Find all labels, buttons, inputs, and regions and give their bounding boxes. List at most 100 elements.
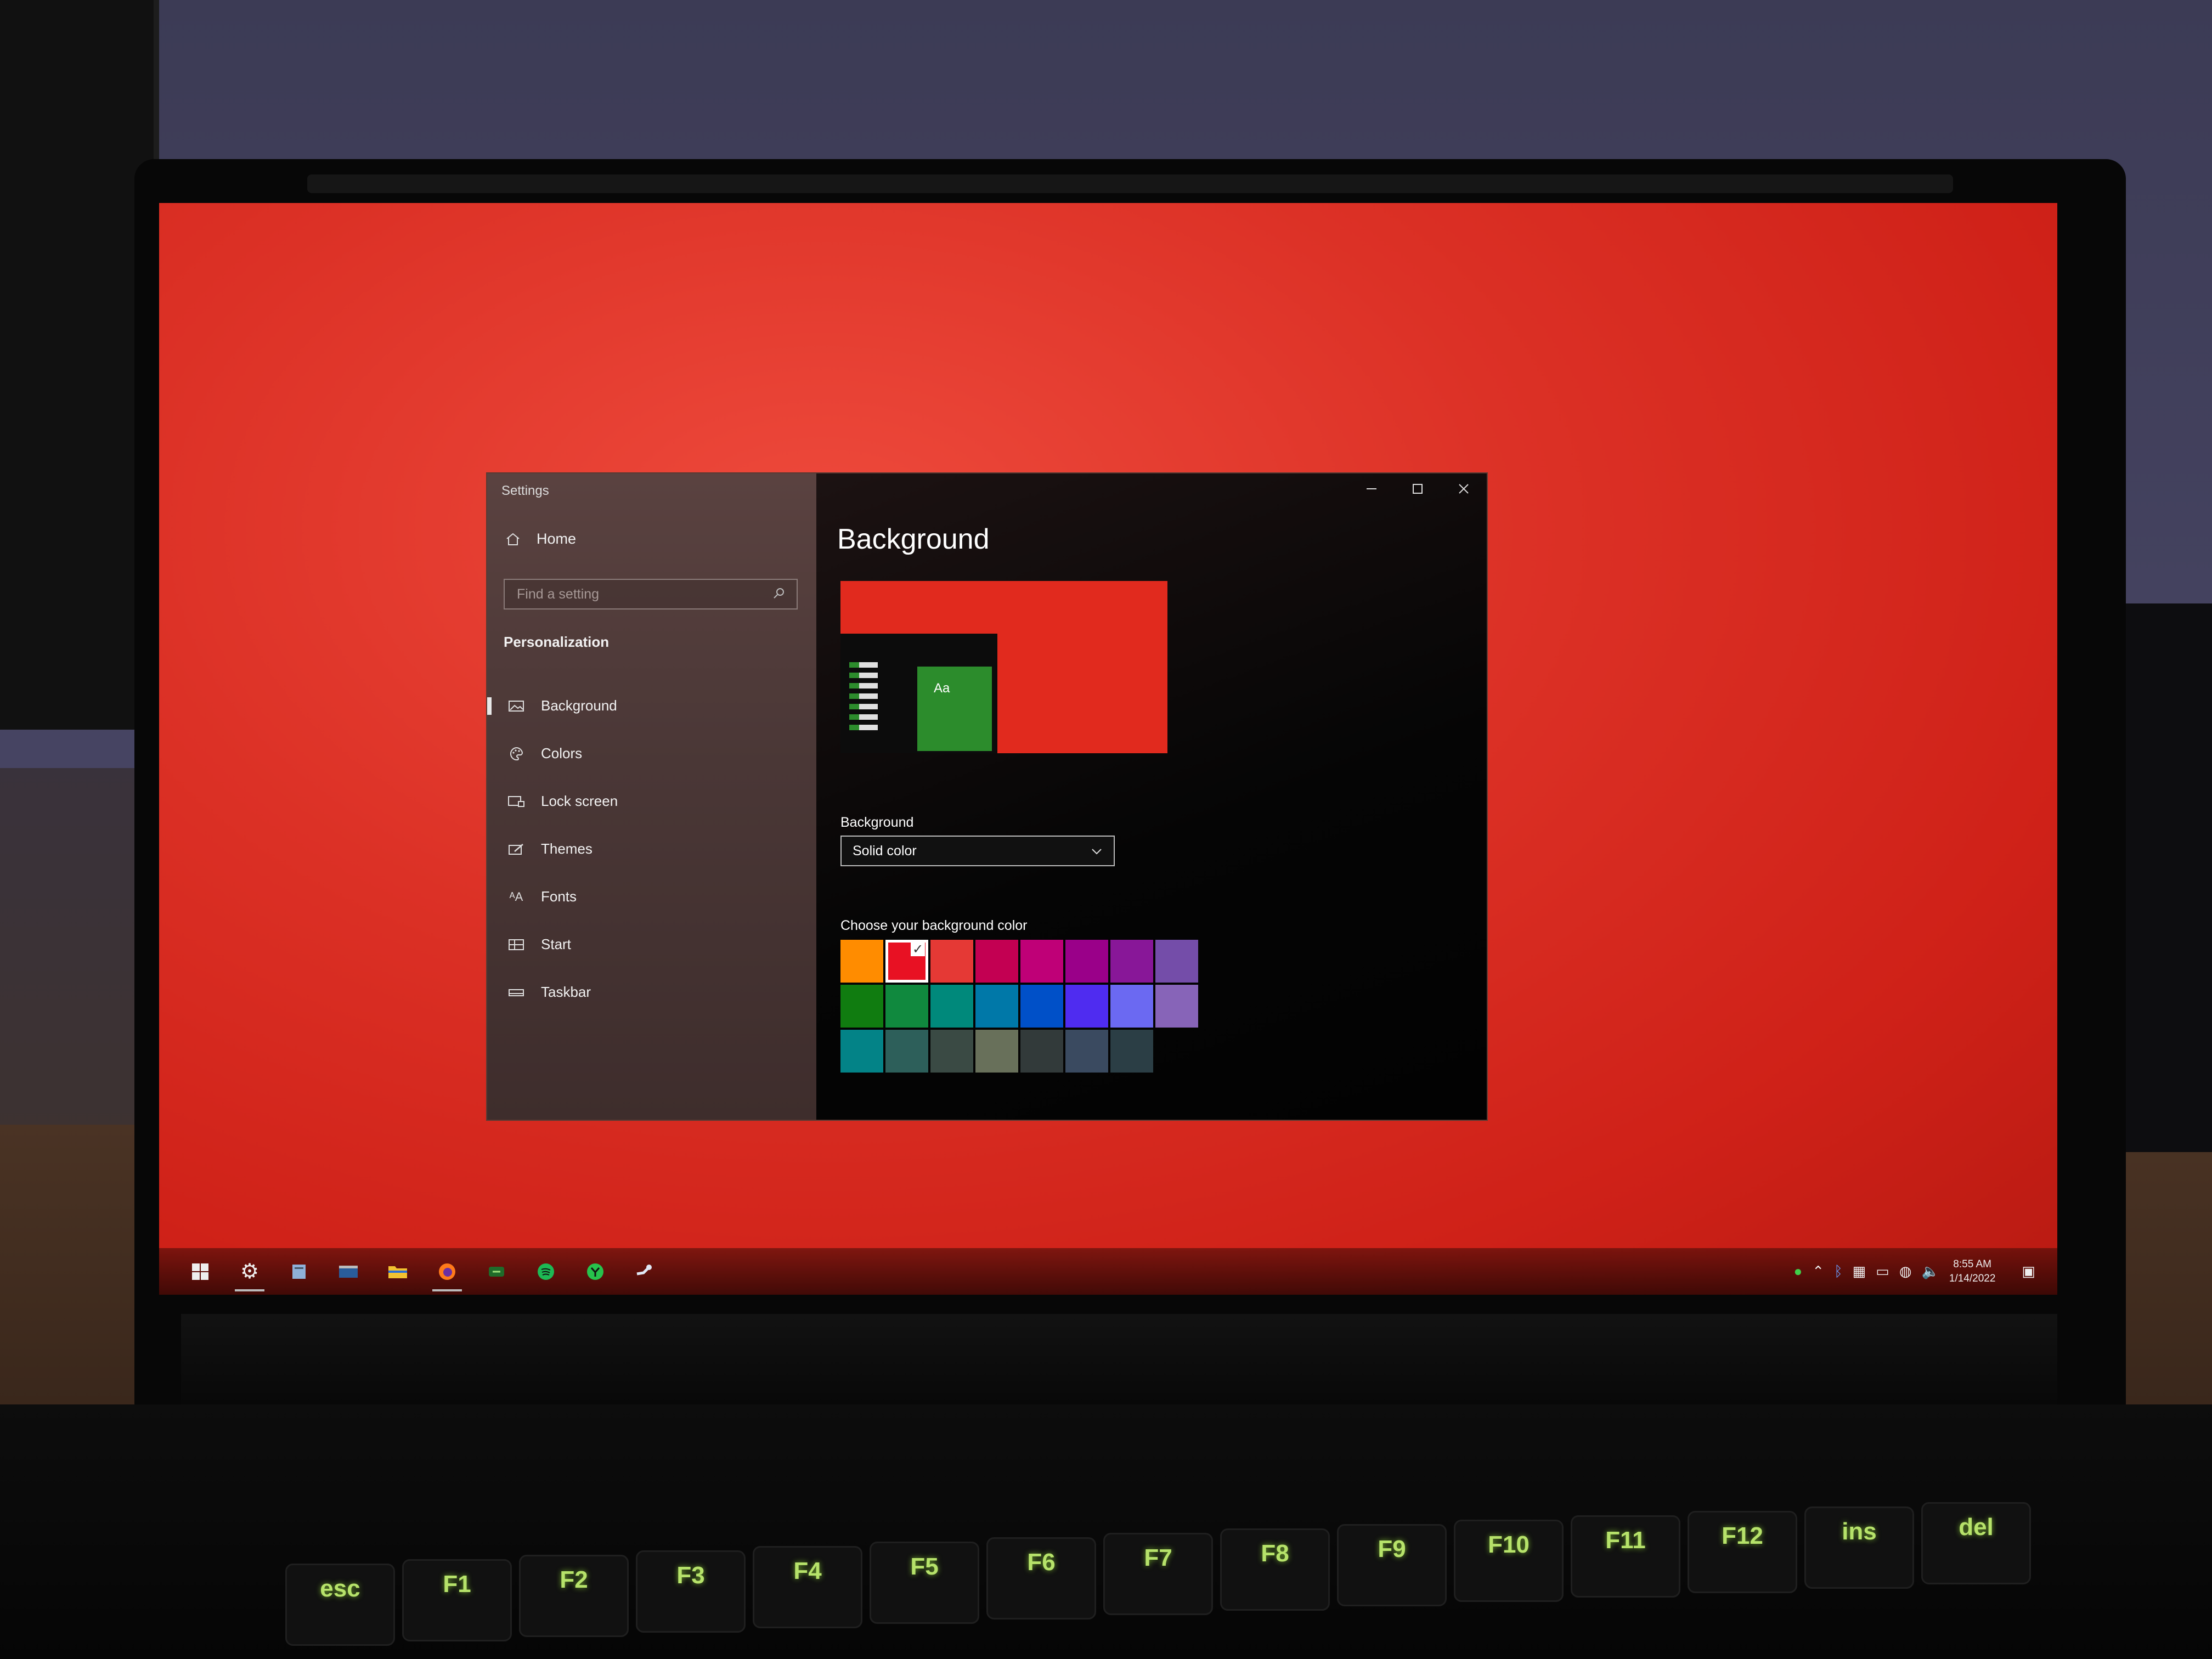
search-icon[interactable] (772, 586, 786, 602)
home-label: Home (537, 531, 577, 547)
color-swatch[interactable] (885, 985, 928, 1028)
search-input[interactable] (516, 585, 772, 603)
color-swatch[interactable] (1155, 985, 1198, 1028)
sidebar-item-fonts[interactable]: ᴬA Fonts (487, 873, 816, 921)
home-icon (504, 532, 522, 547)
color-swatch[interactable] (975, 1030, 1018, 1073)
sidebar-item-taskbar[interactable]: Taskbar (487, 968, 816, 1016)
color-swatch[interactable] (975, 985, 1018, 1028)
color-swatch[interactable] (1020, 1030, 1063, 1073)
bluetooth-icon[interactable]: ᛒ (1834, 1263, 1843, 1280)
color-swatch[interactable] (1110, 985, 1153, 1028)
sidebar-item-label: Lock screen (541, 793, 618, 809)
color-swatch[interactable] (1110, 1030, 1153, 1073)
section-title: Personalization (504, 634, 610, 650)
sidebar-item-start[interactable]: Start (487, 921, 816, 968)
color-swatch[interactable] (1155, 940, 1198, 983)
color-swatch[interactable] (930, 985, 973, 1028)
notification-icon[interactable]: ▣ (2022, 1263, 2035, 1280)
globe-icon[interactable]: ◍ (1899, 1263, 1912, 1280)
preview-tile-text: Aa (934, 681, 950, 696)
page-title: Background (837, 523, 990, 555)
terminal-icon[interactable] (324, 1248, 373, 1295)
sidebar-item-label: Taskbar (541, 984, 591, 1000)
start-icon (507, 937, 526, 952)
sidebar-item-label: Background (541, 697, 617, 714)
color-swatch[interactable] (840, 1030, 883, 1073)
background-dropdown[interactable]: Solid color (840, 836, 1115, 866)
color-swatch[interactable] (1020, 985, 1063, 1028)
close-button[interactable] (1441, 473, 1487, 504)
notes-icon[interactable] (274, 1248, 324, 1295)
keyboard-key: F8 (1220, 1528, 1330, 1611)
chevron-icon[interactable]: ⌃ (1812, 1263, 1824, 1280)
keyboard-key: F7 (1103, 1533, 1213, 1615)
desktop-screen: Settings Home Personalization (159, 203, 2057, 1295)
steam-icon[interactable] (620, 1248, 669, 1295)
firefox-icon[interactable] (422, 1248, 472, 1295)
color-picker-label: Choose your background color (840, 918, 1028, 933)
clock[interactable]: 8:55 AM 1/14/2022 (1949, 1257, 1996, 1286)
lock-screen-icon (507, 794, 526, 809)
color-swatch[interactable]: ✓ (885, 940, 928, 983)
maximize-button[interactable] (1395, 473, 1441, 504)
preview-tile: Aa (917, 667, 992, 751)
system-tray: ● ⌃ ᛒ ▦ ▭ ◍ 🔈 8:55 AM 1/14/2022 ▣ (1794, 1248, 2057, 1295)
color-swatch[interactable] (840, 940, 883, 983)
color-swatch[interactable] (885, 1030, 928, 1073)
settings-sidebar: Settings Home Personalization (487, 473, 816, 1120)
sidebar-item-colors[interactable]: Colors (487, 730, 816, 777)
color-swatch[interactable] (1065, 940, 1108, 983)
window-title: Settings (501, 483, 549, 498)
spotify-icon[interactable] (521, 1248, 571, 1295)
home-link[interactable]: Home (504, 531, 576, 548)
keyboard-key: F11 (1571, 1515, 1680, 1598)
taskbar-icon (507, 985, 526, 1000)
background-label: Background (840, 815, 914, 830)
color-swatch[interactable] (840, 985, 883, 1028)
keyboard-key: F3 (636, 1550, 746, 1633)
font-icon: ᴬA (509, 889, 523, 904)
color-swatch[interactable] (1110, 940, 1153, 983)
picture-icon (507, 698, 526, 714)
network-icon[interactable]: ▦ (1853, 1263, 1866, 1280)
sidebar-item-background[interactable]: Background (487, 682, 816, 730)
color-swatch[interactable] (930, 940, 973, 983)
chevron-down-icon (1091, 843, 1103, 859)
sidebar-item-lock-screen[interactable]: Lock screen (487, 777, 816, 825)
color-swatch[interactable] (930, 1030, 973, 1073)
keyboard-key: del (1921, 1502, 2031, 1584)
keyboard-key: F2 (519, 1555, 629, 1637)
keyboard-key: F5 (870, 1542, 979, 1624)
keyboard-key: esc (285, 1564, 395, 1646)
sidebar-item-themes[interactable]: Themes (487, 825, 816, 873)
shield-icon[interactable]: ● (1794, 1263, 1803, 1280)
keyboard-key: F4 (753, 1546, 862, 1628)
volume-icon[interactable]: 🔈 (1922, 1263, 1939, 1280)
taskbar: ⚙ ● ⌃ ᛒ ▦ ▭ ◍ 🔈 8:55 AM 1/14/2022 ▣ (159, 1248, 2057, 1295)
clock-time: 8:55 AM (1953, 1258, 1992, 1270)
preview-start-panel: Aa (840, 634, 997, 753)
window-controls (1348, 473, 1487, 504)
sidebar-nav: Background Colors Lock screen Themes ᴬA … (487, 682, 816, 1016)
settings-window: Settings Home Personalization (487, 473, 1487, 1120)
battery-icon[interactable]: ▭ (1876, 1263, 1889, 1280)
background-dropdown-value: Solid color (853, 843, 917, 859)
background-preview: Aa (840, 581, 1167, 753)
windows-start-icon[interactable] (176, 1248, 225, 1295)
keyboard-key: F9 (1337, 1524, 1447, 1606)
sidebar-item-label: Fonts (541, 888, 577, 905)
color-swatch[interactable] (975, 940, 1018, 983)
minimize-button[interactable] (1348, 473, 1395, 504)
keyboard-key: F1 (402, 1559, 512, 1641)
keyboard-key: F12 (1688, 1511, 1797, 1593)
search-box[interactable] (504, 579, 798, 610)
ctrl-icon[interactable] (571, 1248, 620, 1295)
color-swatch[interactable] (1065, 1030, 1108, 1073)
settings-gear-icon[interactable]: ⚙ (225, 1248, 274, 1295)
xbox-icon[interactable] (472, 1248, 521, 1295)
color-swatch[interactable] (1020, 940, 1063, 983)
webcam-strip (307, 174, 1953, 193)
color-swatch[interactable] (1065, 985, 1108, 1028)
file-explorer-icon[interactable] (373, 1248, 422, 1295)
